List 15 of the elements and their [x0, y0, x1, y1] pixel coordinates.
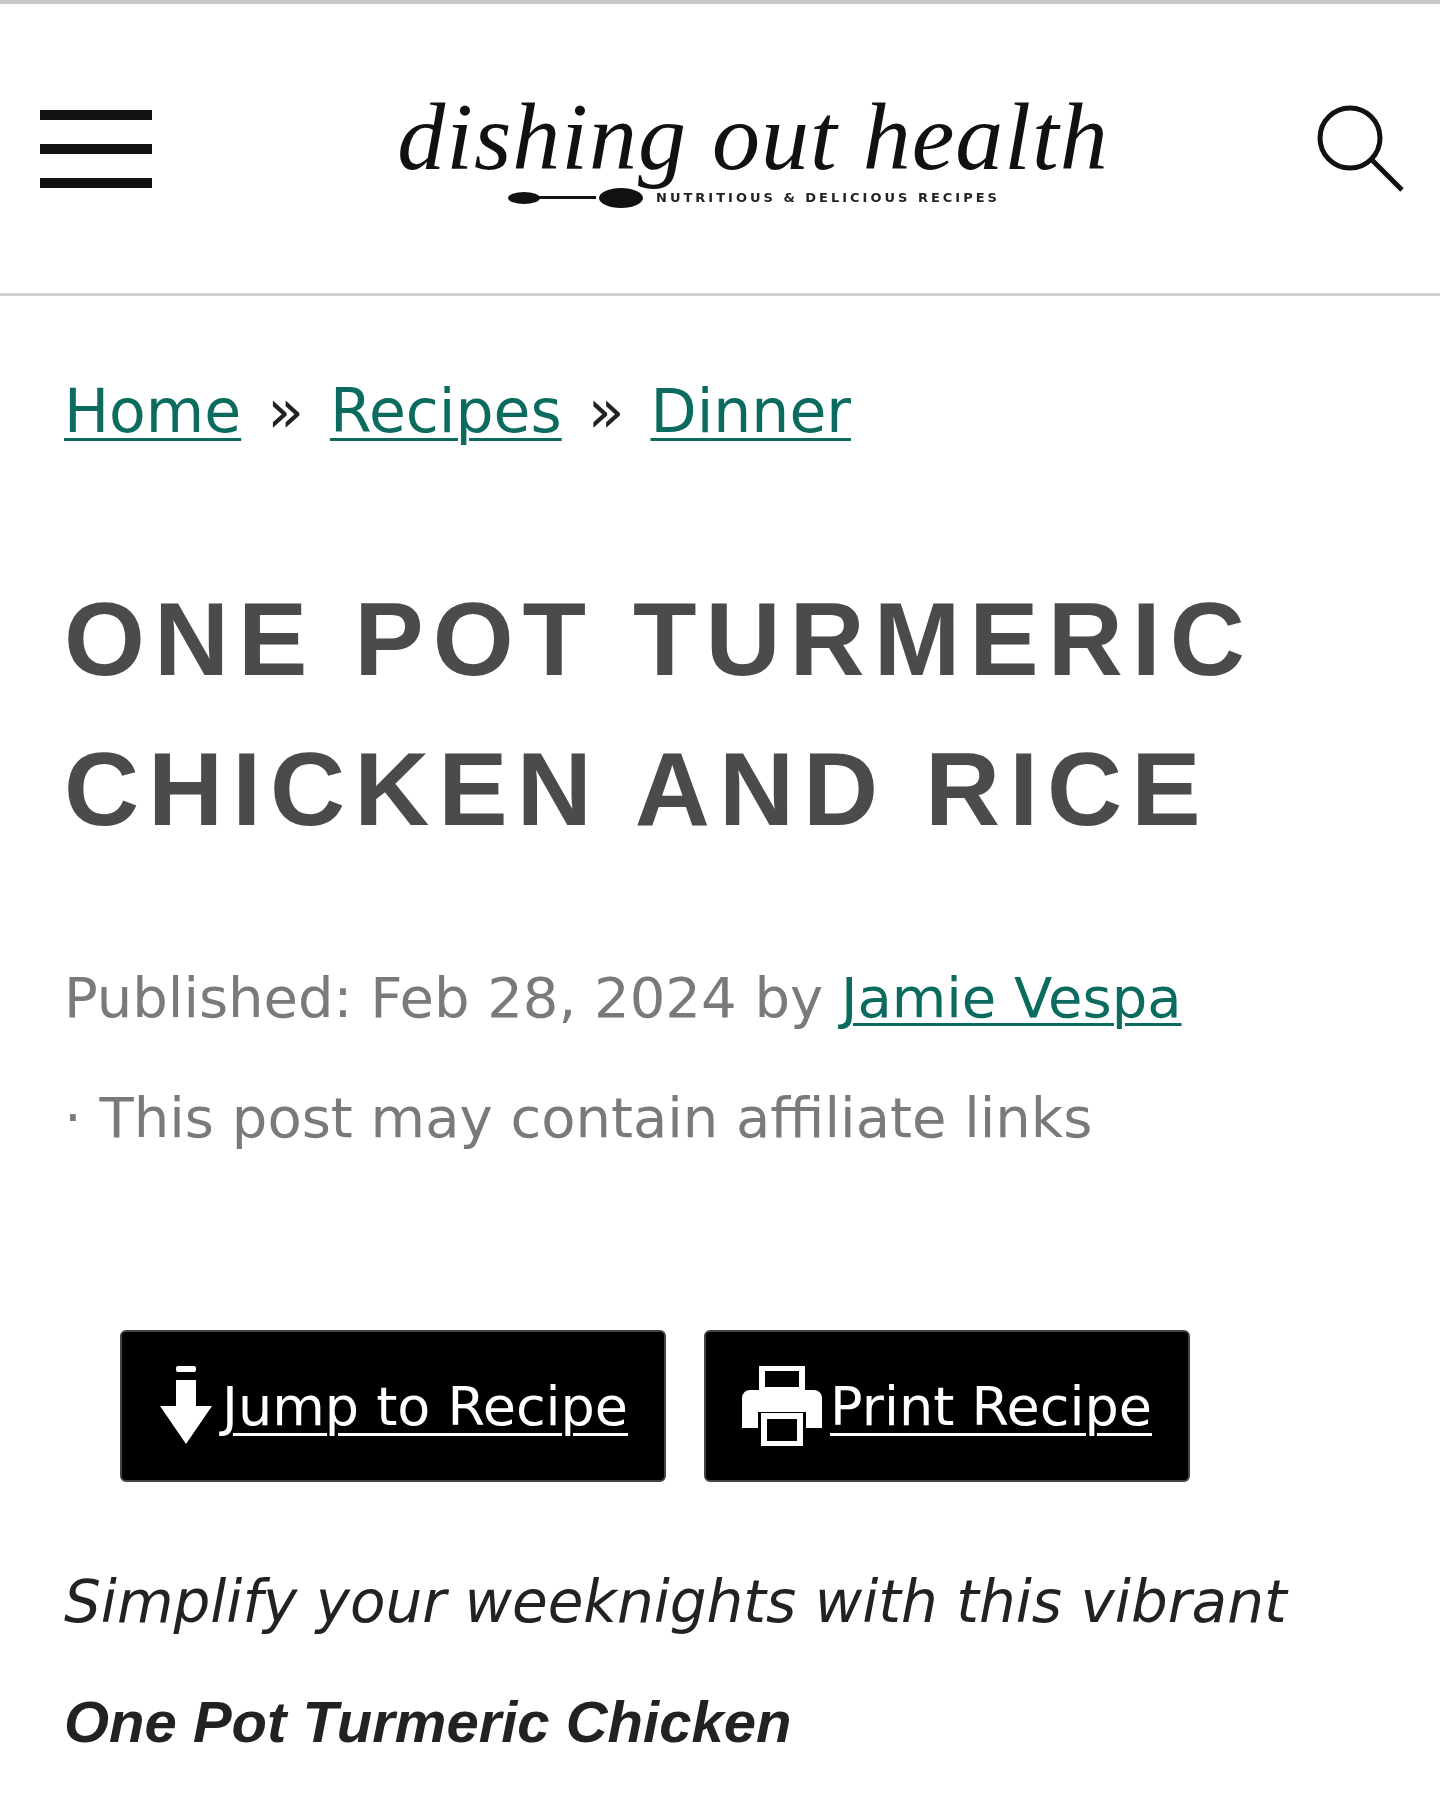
down-arrow-icon	[158, 1366, 214, 1446]
printer-icon	[742, 1366, 823, 1446]
breadcrumb-separator: »	[587, 376, 625, 446]
breadcrumb-link[interactable]: Home	[64, 376, 242, 446]
breadcrumb-link[interactable]: Recipes	[329, 376, 562, 446]
breadcrumb-link[interactable]: Dinner	[650, 376, 851, 446]
jump-to-recipe-button[interactable]: Jump to Recipe	[120, 1330, 667, 1482]
print-recipe-button[interactable]: Print Recipe	[704, 1330, 1190, 1482]
article-title: ONE POT TURMERIC CHICKEN AND RICE	[64, 580, 1255, 849]
menu-icon[interactable]	[40, 109, 152, 188]
breadcrumb-separator: »	[267, 376, 304, 446]
intro-paragraph: Simplify your weeknights with this vibrant One Pot Turmeric Chicken	[64, 1567, 1290, 1756]
byline-text: Published: Feb 28, 2024 by Jamie Vespa · This post may contain affiliate links	[64, 964, 1183, 1152]
site-logo[interactable]: dishing out health NUTRITIOUS & DELICIOUS RECIPES	[397, 88, 1109, 209]
author-link[interactable]: Jamie Vespa	[840, 965, 1182, 1030]
